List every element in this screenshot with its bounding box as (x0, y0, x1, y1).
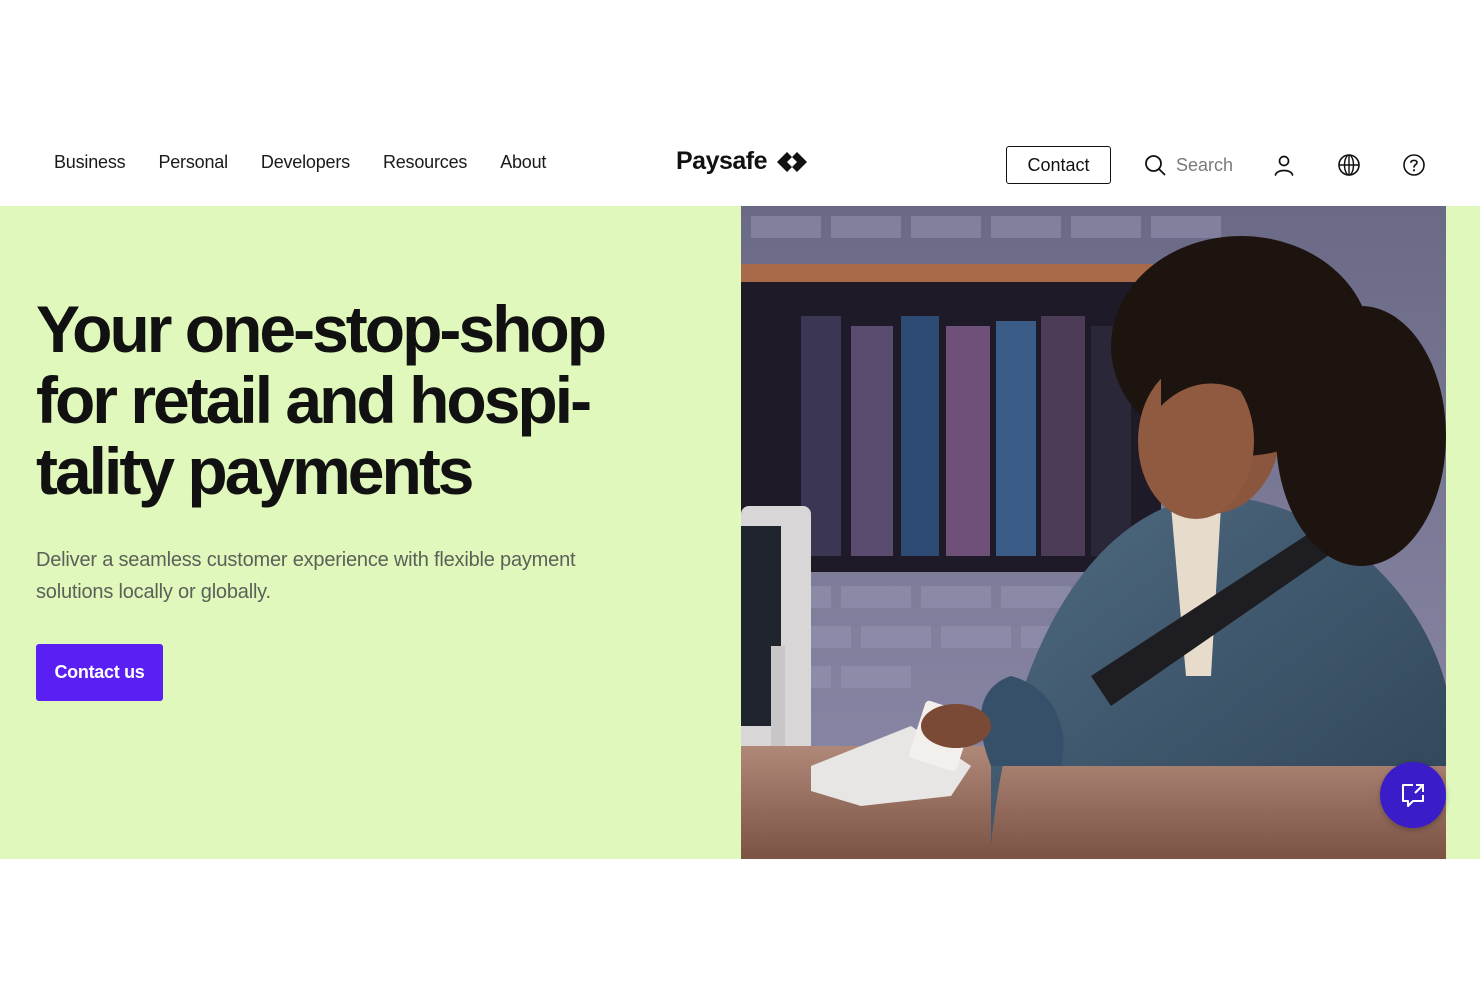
hero-title-line-2: for retail and hospi- (36, 363, 592, 437)
search-icon (1145, 155, 1166, 176)
help-icon (1403, 154, 1425, 176)
paysafe-logo[interactable]: Paysafe (676, 147, 808, 176)
globe-icon (1338, 154, 1360, 176)
hero-title-line-3: tality payments (36, 434, 475, 508)
nav-item-about[interactable]: About (500, 152, 546, 173)
nav-item-developers[interactable]: Developers (261, 152, 350, 173)
hero-illustration (741, 206, 1446, 859)
hero-subtitle-line-2: solutions locally or globally. (36, 581, 271, 603)
chat-button[interactable] (1380, 762, 1446, 828)
header-actions: Contact Search (1006, 146, 1427, 184)
hero-section: Your one-stop-shop for retail and hospi-… (0, 206, 741, 859)
search-box[interactable]: Search (1144, 154, 1233, 176)
nav-item-business[interactable]: Business (54, 152, 126, 173)
contact-us-button[interactable]: Contact us (36, 644, 163, 701)
user-icon (1274, 155, 1294, 176)
chat-bubble-icon (1402, 784, 1424, 807)
hero-title: Your one-stop-shop for retail and hospi-… (36, 294, 716, 507)
hero-right-strip (1446, 206, 1480, 859)
account-button[interactable] (1271, 152, 1297, 178)
hero-subtitle: Deliver a seamless customer experience w… (36, 544, 636, 608)
hero-image (741, 206, 1446, 859)
paysafe-diamond-arrow-icon (777, 151, 808, 172)
nav-item-personal[interactable]: Personal (158, 152, 228, 173)
help-button[interactable] (1401, 152, 1427, 178)
contact-button[interactable]: Contact (1006, 146, 1111, 184)
hero-subtitle-line-1: Deliver a seamless customer experience w… (36, 549, 576, 571)
search-label: Search (1176, 154, 1234, 175)
site-header: Business Personal Developers Resources A… (0, 122, 1480, 206)
main-nav: Business Personal Developers Resources A… (54, 152, 579, 173)
logo-text: Paysafe (676, 147, 768, 175)
hero-title-line-1: Your one-stop-shop (36, 292, 607, 366)
language-button[interactable] (1336, 152, 1362, 178)
nav-item-resources[interactable]: Resources (383, 152, 467, 173)
